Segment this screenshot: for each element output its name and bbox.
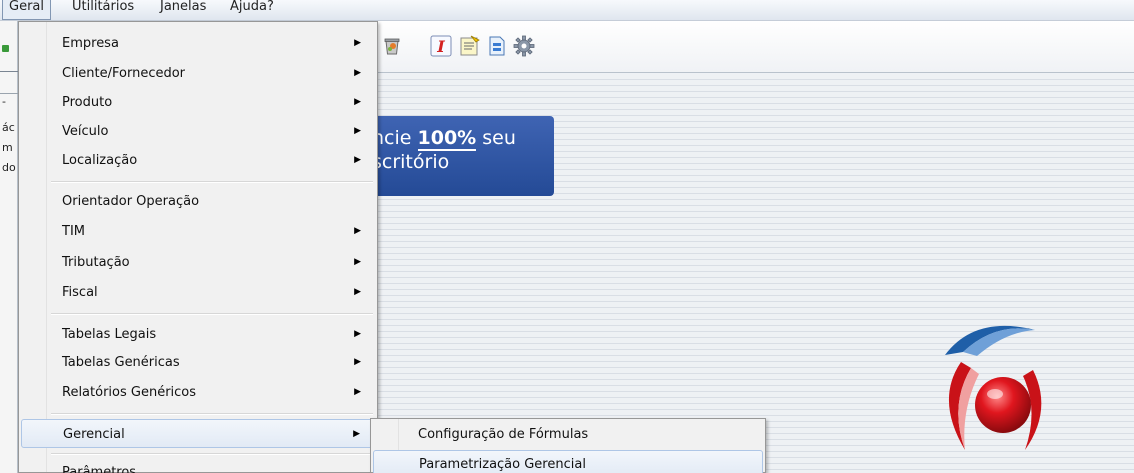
menubar: Geral Utilitários Janelas Ajuda? <box>0 0 1134 21</box>
menu-separator <box>51 413 373 415</box>
menu-item-label: Cliente/Fornecedor <box>62 66 186 81</box>
submenu-arrow-icon: ▶ <box>354 387 361 397</box>
menu-janelas[interactable]: Janelas <box>154 0 212 20</box>
menu-item-label: Localização <box>62 153 138 168</box>
menu-ajuda[interactable]: Ajuda? <box>224 0 280 20</box>
submenu-arrow-icon: ▶ <box>354 126 361 136</box>
menu-item-label: Relatórios Genéricos <box>62 385 197 400</box>
italic-i-icon[interactable]: I <box>430 35 452 57</box>
submenu-arrow-icon: ▶ <box>354 357 361 367</box>
menu-item-tabelas-legais[interactable]: Tabelas Legais ▶ <box>21 320 375 349</box>
submenu-arrow-icon: ▶ <box>354 155 361 165</box>
menu-item-label: Orientador Operação <box>62 194 200 209</box>
geral-dropdown-menu: Empresa ▶ Cliente/Fornecedor ▶ Produto ▶… <box>18 21 378 473</box>
text-fragment: m <box>2 141 13 154</box>
menu-item-cliente-fornecedor[interactable]: Cliente/Fornecedor ▶ <box>21 59 375 88</box>
menu-item-label: Tributação <box>62 255 130 270</box>
menu-item-label: Veículo <box>62 124 109 139</box>
menu-item-label: Empresa <box>62 36 119 51</box>
menu-item-label: Gerencial <box>63 427 125 442</box>
menu-separator <box>51 453 373 455</box>
gear-icon[interactable] <box>513 35 535 57</box>
banner-text: seu <box>476 127 516 149</box>
submenu-item-parametrizacao-gerencial[interactable]: Parametrização Gerencial <box>373 450 763 473</box>
trash-icon[interactable] <box>381 35 403 57</box>
menu-item-label: Tabelas Legais <box>62 327 157 342</box>
menu-item-parametros[interactable]: Parâmetros <box>21 458 375 473</box>
menu-item-relatorios-genericos[interactable]: Relatórios Genéricos ▶ <box>21 378 375 407</box>
promo-banner: ncie 100% seu scritório <box>370 116 554 196</box>
menu-item-label: TIM <box>62 224 85 239</box>
submenu-arrow-icon: ▶ <box>354 38 361 48</box>
menu-item-localizacao[interactable]: Localização ▶ <box>21 146 375 175</box>
svg-text:I: I <box>436 37 445 56</box>
menu-separator <box>51 181 373 183</box>
menu-item-label: Parametrização Gerencial <box>419 457 586 472</box>
text-fragment: - <box>2 95 6 108</box>
text-fragment: do <box>2 161 16 174</box>
menu-item-tributacao[interactable]: Tributação ▶ <box>21 248 375 277</box>
menu-item-label: Fiscal <box>62 285 98 300</box>
menu-item-label: Configuração de Fórmulas <box>418 427 589 442</box>
submenu-arrow-icon: ▶ <box>354 329 361 339</box>
company-logo <box>925 310 1055 473</box>
main-window-edge: - ác m do <box>0 21 18 473</box>
text-fragment: ác <box>2 121 15 134</box>
submenu-arrow-icon: ▶ <box>354 68 361 78</box>
menu-item-veiculo[interactable]: Veículo ▶ <box>21 117 375 146</box>
submenu-arrow-icon: ▶ <box>353 429 360 439</box>
divider <box>0 93 18 94</box>
menu-item-empresa[interactable]: Empresa ▶ <box>21 29 375 58</box>
submenu-item-configuracao-formulas[interactable]: Configuração de Fórmulas <box>373 421 763 448</box>
divider <box>0 71 18 72</box>
menu-utilitarios[interactable]: Utilitários <box>66 0 140 20</box>
menu-item-tabelas-genericas[interactable]: Tabelas Genéricas ▶ <box>21 348 375 377</box>
banner-text: ncie <box>372 127 418 149</box>
menu-item-label: Parâmetros <box>62 465 137 473</box>
banner-line-1: ncie 100% seu <box>372 126 554 151</box>
notes-icon[interactable] <box>459 35 481 57</box>
menu-separator <box>51 313 373 315</box>
menu-item-fiscal[interactable]: Fiscal ▶ <box>21 278 375 307</box>
submenu-arrow-icon: ▶ <box>354 226 361 236</box>
submenu-arrow-icon: ▶ <box>354 97 361 107</box>
menu-item-produto[interactable]: Produto ▶ <box>21 88 375 117</box>
menu-item-orientador-operacao[interactable]: Orientador Operação <box>21 187 375 216</box>
menu-item-label: Tabelas Genéricas <box>62 355 180 370</box>
menu-item-label: Produto <box>62 95 113 110</box>
menu-item-tim[interactable]: TIM ▶ <box>21 217 375 246</box>
banner-line-2: scritório <box>372 151 450 173</box>
submenu-arrow-icon: ▶ <box>354 287 361 297</box>
toolbar: I <box>378 21 1134 73</box>
banner-highlight: 100% <box>417 127 477 151</box>
document-icon[interactable] <box>486 35 508 57</box>
submenu-arrow-icon: ▶ <box>354 257 361 267</box>
gerencial-submenu: Configuração de Fórmulas Parametrização … <box>370 418 766 473</box>
toolbar-icon-fragment <box>2 45 9 52</box>
menu-geral[interactable]: Geral <box>2 0 51 20</box>
menu-item-gerencial[interactable]: Gerencial ▶ <box>21 419 375 448</box>
